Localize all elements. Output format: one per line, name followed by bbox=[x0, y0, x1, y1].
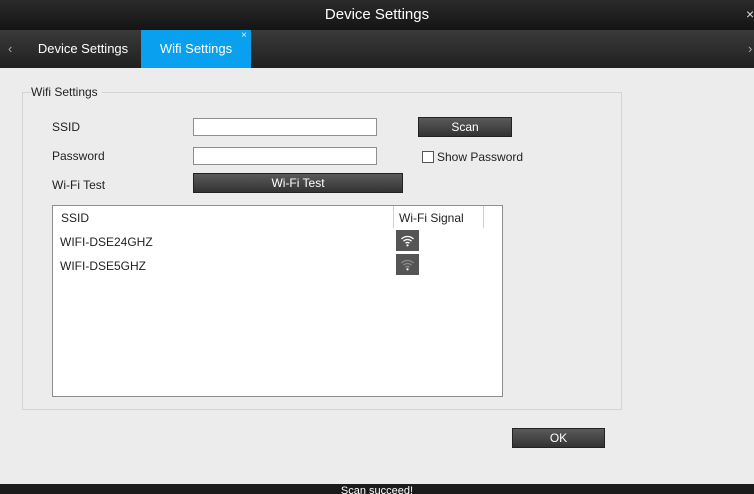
close-window-icon[interactable]: × bbox=[746, 6, 754, 22]
tab-wifi-settings[interactable]: Wifi Settings × bbox=[141, 30, 251, 68]
tab-scroll-right-icon[interactable]: › bbox=[748, 41, 754, 56]
show-password-toggle[interactable]: Show Password bbox=[422, 150, 523, 164]
tab-scroll-left-icon[interactable]: ‹ bbox=[8, 41, 12, 56]
password-label: Password bbox=[52, 149, 105, 163]
scan-button[interactable]: Scan bbox=[418, 117, 512, 137]
close-tab-icon[interactable]: × bbox=[241, 17, 247, 55]
window-title: Device Settings bbox=[324, 6, 430, 23]
ssid-label: SSID bbox=[52, 120, 81, 134]
column-divider bbox=[483, 206, 484, 228]
wifi-strong-icon bbox=[396, 230, 419, 251]
network-row[interactable]: WIFI-DSE5GHZ bbox=[53, 253, 502, 277]
column-header-signal[interactable]: Wi-Fi Signal bbox=[399, 211, 464, 225]
status-message: Scan succeed! bbox=[340, 485, 414, 494]
show-password-label: Show Password bbox=[437, 150, 524, 164]
title-bar: Device Settings × bbox=[0, 0, 754, 30]
network-list[interactable]: SSID Wi-Fi Signal WIFI-DSE24GHZ WIFI-DSE… bbox=[52, 205, 503, 397]
network-ssid: WIFI-DSE5GHZ bbox=[60, 259, 146, 273]
column-header-ssid[interactable]: SSID bbox=[61, 211, 89, 225]
column-divider bbox=[393, 206, 394, 228]
ssid-input[interactable] bbox=[193, 118, 377, 136]
tab-bar: ‹ Device Settings Wifi Settings × › bbox=[0, 30, 754, 68]
ok-button[interactable]: OK bbox=[512, 428, 605, 448]
wifi-test-label: Wi-Fi Test bbox=[52, 178, 106, 192]
group-title: Wifi Settings bbox=[31, 85, 102, 99]
wifi-test-button[interactable]: Wi-Fi Test bbox=[193, 173, 403, 193]
password-input[interactable] bbox=[193, 147, 377, 165]
wifi-weak-icon bbox=[396, 254, 419, 275]
network-ssid: WIFI-DSE24GHZ bbox=[60, 235, 153, 249]
show-password-checkbox[interactable] bbox=[422, 151, 434, 163]
network-row[interactable]: WIFI-DSE24GHZ bbox=[53, 229, 502, 253]
status-bar: Scan succeed! bbox=[0, 484, 754, 494]
tab-device-settings[interactable]: Device Settings bbox=[28, 30, 138, 68]
tab-label: Wifi Settings bbox=[159, 41, 233, 56]
